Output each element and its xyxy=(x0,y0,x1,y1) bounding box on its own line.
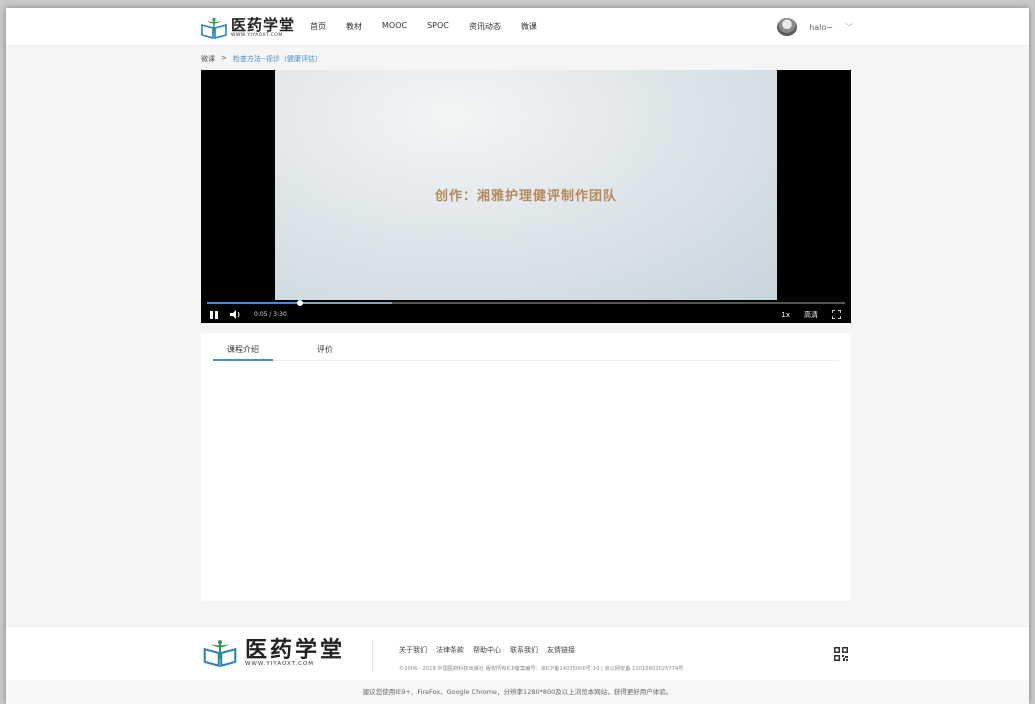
player-controls: 0:05 / 3:30 1x 高清 xyxy=(201,306,851,323)
footer-links: 关于我们 法律条款 帮助中心 联系我们 友情链接 xyxy=(399,645,575,655)
logo-book-icon xyxy=(203,640,237,667)
footer-logo-domain-text: WWW.YIYAOXT.COM xyxy=(245,661,315,667)
course-info-panel: 课程介绍 评价 xyxy=(201,333,851,601)
breadcrumb: 微课 > 检查方法--视诊（健康评估） xyxy=(201,54,322,64)
nav-item-textbooks[interactable]: 教材 xyxy=(346,21,362,32)
volume-icon[interactable] xyxy=(230,310,242,319)
main-nav: 首页 教材 MOOC SPOC 资讯动态 微课 xyxy=(310,21,557,32)
logo-book-icon xyxy=(201,17,227,39)
footer-logo-chinese-text: 医药学堂 xyxy=(245,637,346,663)
site-footer: 医药学堂 WWW.YIYAOXT.COM 关于我们 法律条款 帮助中心 联系我们… xyxy=(6,626,1029,680)
playback-speed-button[interactable]: 1x xyxy=(781,311,790,319)
progress-played xyxy=(207,302,300,304)
breadcrumb-current: 检查方法--视诊（健康评估） xyxy=(232,55,322,63)
breadcrumb-separator: > xyxy=(221,54,227,62)
user-menu[interactable]: halo~ ﹀ xyxy=(777,18,853,36)
footer-link-legal[interactable]: 法律条款 xyxy=(436,645,464,655)
footer-logo[interactable]: 医药学堂 WWW.YIYAOXT.COM xyxy=(203,639,345,667)
footer-link-about[interactable]: 关于我们 xyxy=(399,645,427,655)
top-navigation-bar: 医药学堂 WWW.YIYAOXT.COM 首页 教材 MOOC SPOC 资讯动… xyxy=(6,8,1029,46)
footer-copyright: ©2006 - 2018 中国医药科技出版社 版权所有ICP备案编号：京ICP备… xyxy=(399,666,684,672)
video-player[interactable]: 创作：湘雅护理健评制作团队 0:05 / 3:30 1x 高清 xyxy=(201,70,851,323)
video-frame[interactable]: 创作：湘雅护理健评制作团队 xyxy=(275,70,777,300)
footer-link-contact[interactable]: 联系我们 xyxy=(510,645,538,655)
fullscreen-icon[interactable] xyxy=(832,310,841,319)
footer-link-help[interactable]: 帮助中心 xyxy=(473,645,501,655)
avatar[interactable] xyxy=(777,18,798,36)
quality-button[interactable]: 高清 xyxy=(804,310,818,320)
username[interactable]: halo~ xyxy=(809,23,833,32)
browser-viewport: 医药学堂 WWW.YIYAOXT.COM 首页 教材 MOOC SPOC 资讯动… xyxy=(6,8,1029,704)
qr-code-icon[interactable] xyxy=(834,647,848,661)
footer-divider xyxy=(372,641,373,671)
logo-domain-text: WWW.YIYAOXT.COM xyxy=(231,32,283,38)
video-caption-text: 创作：湘雅护理健评制作团队 xyxy=(434,189,617,204)
breadcrumb-root-link[interactable]: 微课 xyxy=(201,54,215,64)
nav-item-mooc[interactable]: MOOC xyxy=(382,21,407,32)
tab-reviews[interactable]: 评价 xyxy=(303,341,347,361)
pause-icon[interactable] xyxy=(210,310,218,319)
nav-item-news[interactable]: 资讯动态 xyxy=(469,21,501,32)
nav-item-home[interactable]: 首页 xyxy=(310,21,326,32)
progress-bar[interactable] xyxy=(207,300,845,306)
logo-chinese-text: 医药学堂 xyxy=(231,15,296,34)
footer-link-friends[interactable]: 友情链接 xyxy=(547,645,575,655)
chevron-down-icon[interactable]: ﹀ xyxy=(845,22,853,33)
time-display: 0:05 / 3:30 xyxy=(254,311,287,318)
browser-recommendation-note: 建议您使用IE9+、FireFox、Google Chrome，分辨率1280*… xyxy=(6,680,1029,704)
course-tabs: 课程介绍 评价 xyxy=(213,341,839,361)
nav-item-spoc[interactable]: SPOC xyxy=(427,21,449,32)
nav-item-microcourse[interactable]: 微课 xyxy=(521,21,537,32)
tab-course-intro[interactable]: 课程介绍 xyxy=(213,341,273,361)
site-logo[interactable]: 医药学堂 WWW.YIYAOXT.COM xyxy=(201,16,295,40)
